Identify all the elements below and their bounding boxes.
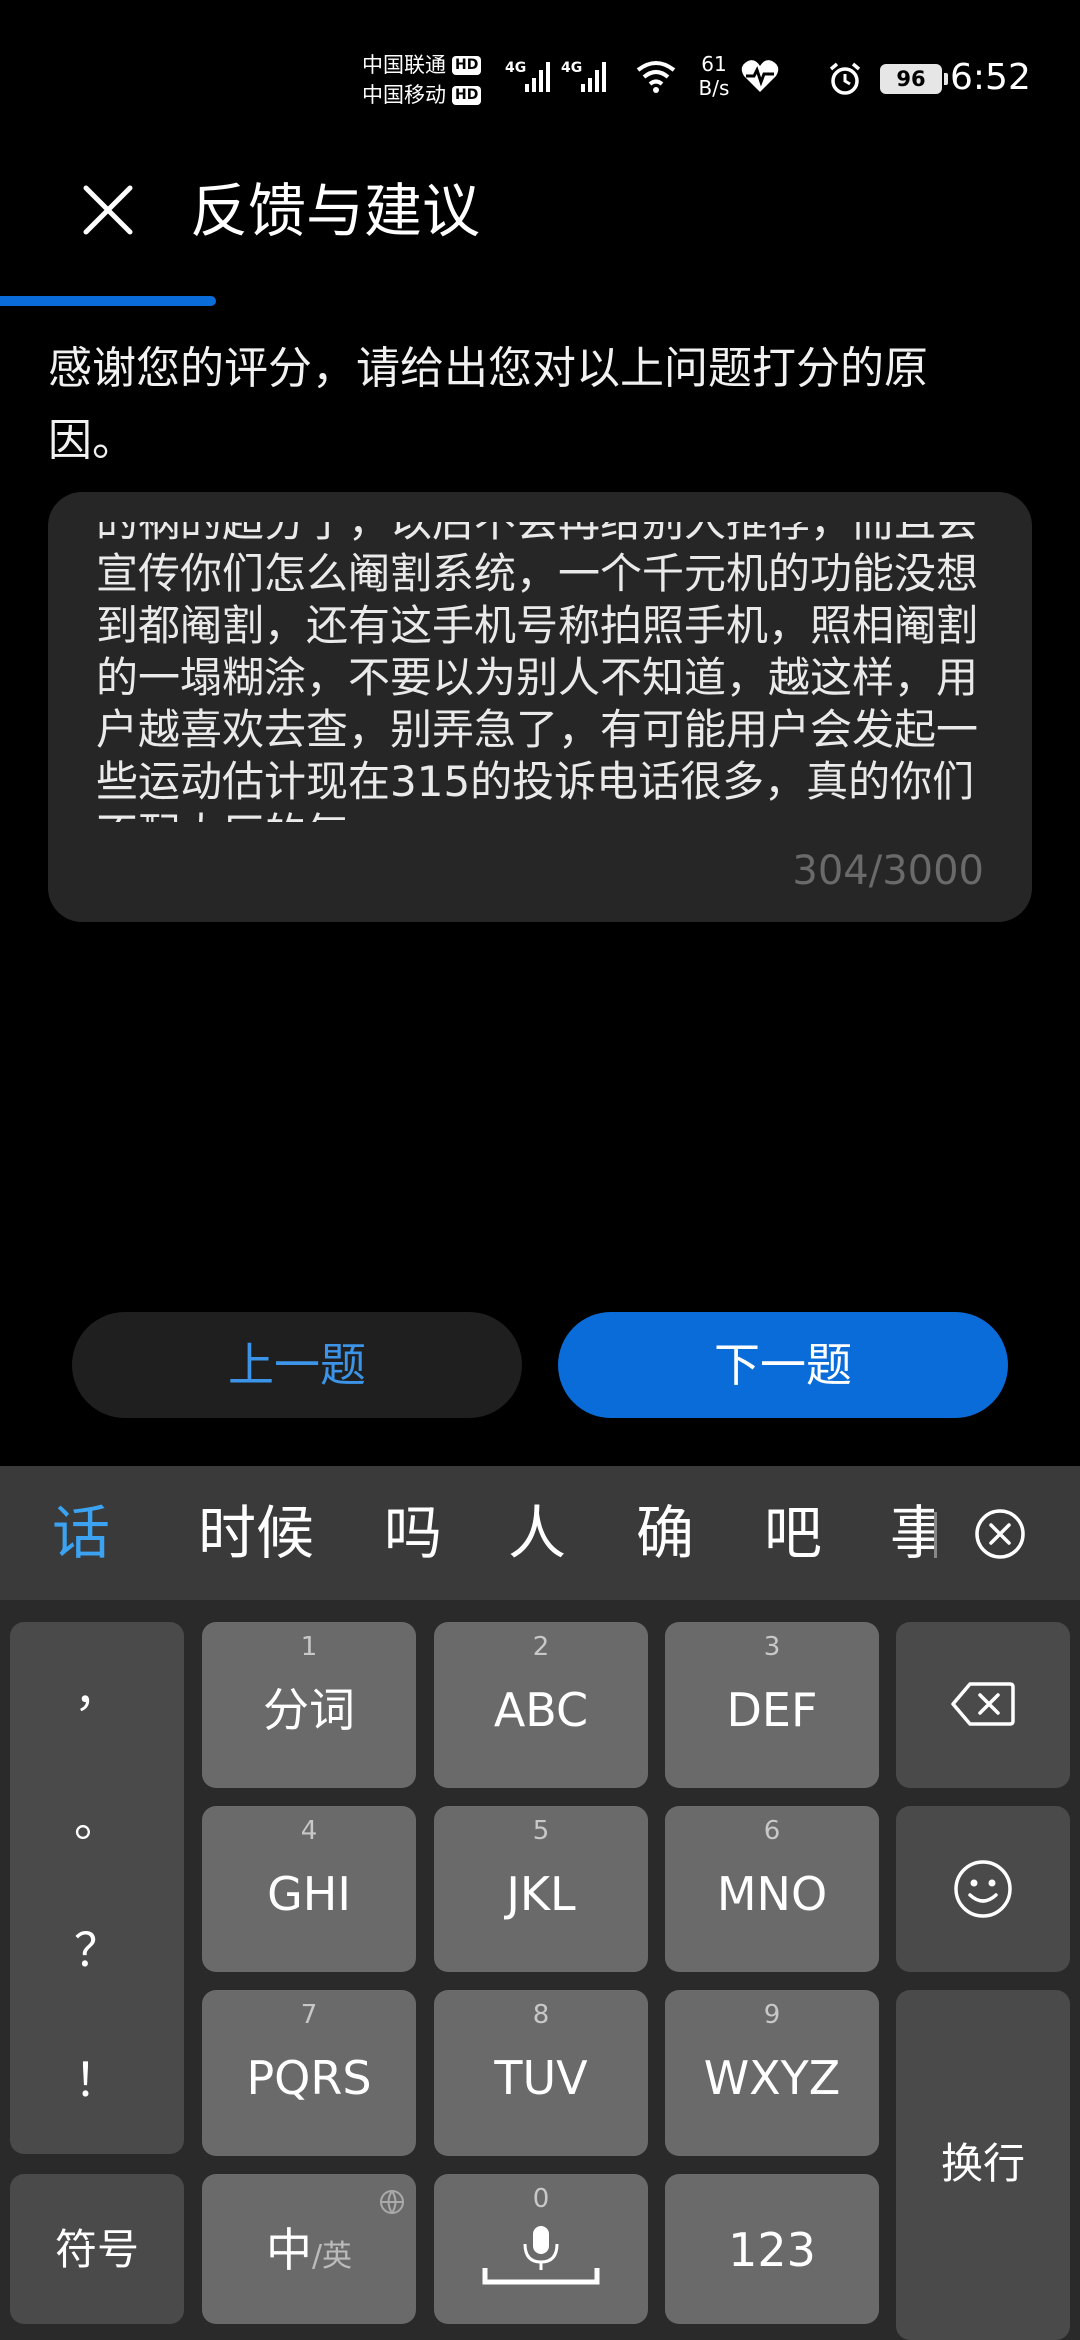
key-9[interactable]: 9 WXYZ (665, 1990, 879, 2156)
net-type-2: 4G (561, 60, 582, 76)
question-prompt: 感谢您的评分，请给出您对以上问题打分的原因。 (48, 343, 928, 466)
space-key[interactable]: 0 (434, 2174, 648, 2324)
clear-candidates-icon[interactable] (974, 1508, 1026, 1560)
wifi-icon (636, 60, 676, 94)
key-4-num: 4 (300, 1816, 318, 1846)
emoji-key[interactable] (896, 1806, 1070, 1972)
char-counter: 304/3000 (792, 848, 984, 894)
punct-exclaim[interactable]: ！ (10, 2052, 184, 2108)
speed-value: 61 (701, 52, 727, 76)
net-type-1: 4G (505, 60, 526, 76)
key-2-num: 2 (532, 1632, 550, 1662)
enter-label: 换行 (940, 2139, 1025, 2188)
key-1[interactable]: 1 分词 (202, 1622, 416, 1788)
backspace-icon (951, 1682, 1015, 1726)
candidate-3[interactable]: 吗 (384, 1466, 442, 1600)
hd-badge-2: HD (452, 85, 482, 105)
candidate-7[interactable]: 事 (890, 1466, 934, 1600)
key-4[interactable]: 4 GHI (202, 1806, 416, 1972)
key-6-label: MNO (716, 1867, 828, 1921)
backspace-key[interactable] (896, 1622, 1070, 1788)
prev-question-button[interactable]: 上一题 (72, 1312, 522, 1418)
candidate-6[interactable]: 吧 (764, 1466, 822, 1600)
key-3-num: 3 (763, 1632, 781, 1662)
lang-main-label: 中 (265, 2223, 312, 2277)
key-7-num: 7 (300, 2000, 318, 2030)
key-4-label: GHI (267, 1867, 351, 1921)
alarm-icon (828, 62, 862, 96)
key-6[interactable]: 6 MNO (665, 1806, 879, 1972)
number-key[interactable]: 123 (665, 2174, 879, 2324)
key-2-label: ABC (493, 1683, 589, 1737)
key-8-label: TUV (494, 2051, 588, 2105)
key-3[interactable]: 3 DEF (665, 1622, 879, 1788)
key-5-label: JKL (506, 1867, 576, 1921)
network-speed: 61 B/s (684, 52, 744, 100)
feedback-text[interactable]: 的祸的超分了，以后不会再给别人推荐，而且会宣传你们怎么阉割系统，一个千元机的功能… (96, 522, 1016, 822)
globe-icon (380, 2190, 404, 2214)
key-7-label: PQRS (246, 2051, 372, 2105)
key-5-num: 5 (532, 1816, 550, 1846)
feedback-text-viewport: 的祸的超分了，以后不会再给别人推荐，而且会宣传你们怎么阉割系统，一个千元机的功能… (96, 522, 1016, 822)
heart-rate-icon (740, 56, 780, 96)
hd-badge-1: HD (452, 55, 482, 75)
candidate-5[interactable]: 确 (636, 1466, 694, 1600)
key-8-num: 8 (532, 2000, 550, 2030)
language-switch-key[interactable]: 中/英 (202, 2174, 416, 2324)
key-8[interactable]: 8 TUV (434, 1990, 648, 2156)
candidate-2[interactable]: 时候 (198, 1466, 314, 1600)
speed-unit: B/s (698, 76, 730, 100)
lang-alt-label: /英 (311, 2239, 353, 2274)
key-6-num: 6 (763, 1816, 781, 1846)
punct-question[interactable]: ？ (10, 1922, 184, 1978)
key-5[interactable]: 5 JKL (434, 1806, 648, 1972)
candidate-7-clip: 事 (890, 1466, 934, 1600)
page-title: 反馈与建议 (190, 177, 481, 245)
symbols-key[interactable]: 符号 (10, 2174, 184, 2324)
emoji-icon (954, 1860, 1012, 1918)
carrier-1: 中国联通 (362, 53, 446, 77)
key-3-label: DEF (726, 1683, 818, 1737)
enter-key[interactable]: 换行 (896, 1990, 1070, 2340)
punct-period[interactable]: 。 (10, 1792, 184, 1848)
progress-bar (0, 296, 216, 306)
number-key-label: 123 (728, 2223, 816, 2277)
symbols-label: 符号 (54, 2225, 139, 2274)
punctuation-column[interactable]: ， 。 ？ ！ (10, 1622, 184, 2154)
microphone-icon (482, 2226, 600, 2285)
battery-indicator: 96 (880, 64, 948, 94)
carrier-2: 中国移动 (362, 83, 446, 107)
clock: 6:52 (950, 57, 1031, 98)
signal-icons: 4G 4G (505, 56, 615, 98)
candidate-divider (934, 1512, 937, 1558)
key-9-num: 9 (763, 2000, 781, 2030)
close-icon[interactable] (78, 180, 138, 240)
key-1-num: 1 (300, 1632, 318, 1662)
candidate-1[interactable]: 话 (52, 1466, 110, 1600)
space-num: 0 (532, 2184, 550, 2214)
key-9-label: WXYZ (703, 2051, 841, 2105)
key-1-label: 分词 (263, 1683, 355, 1737)
key-7[interactable]: 7 PQRS (202, 1990, 416, 2156)
punct-comma[interactable]: ， (10, 1662, 184, 1718)
key-2[interactable]: 2 ABC (434, 1622, 648, 1788)
candidate-4[interactable]: 人 (508, 1466, 566, 1600)
next-question-button[interactable]: 下一题 (558, 1312, 1008, 1418)
carrier-info: 中国联通 HD 中国移动 HD (362, 50, 502, 110)
